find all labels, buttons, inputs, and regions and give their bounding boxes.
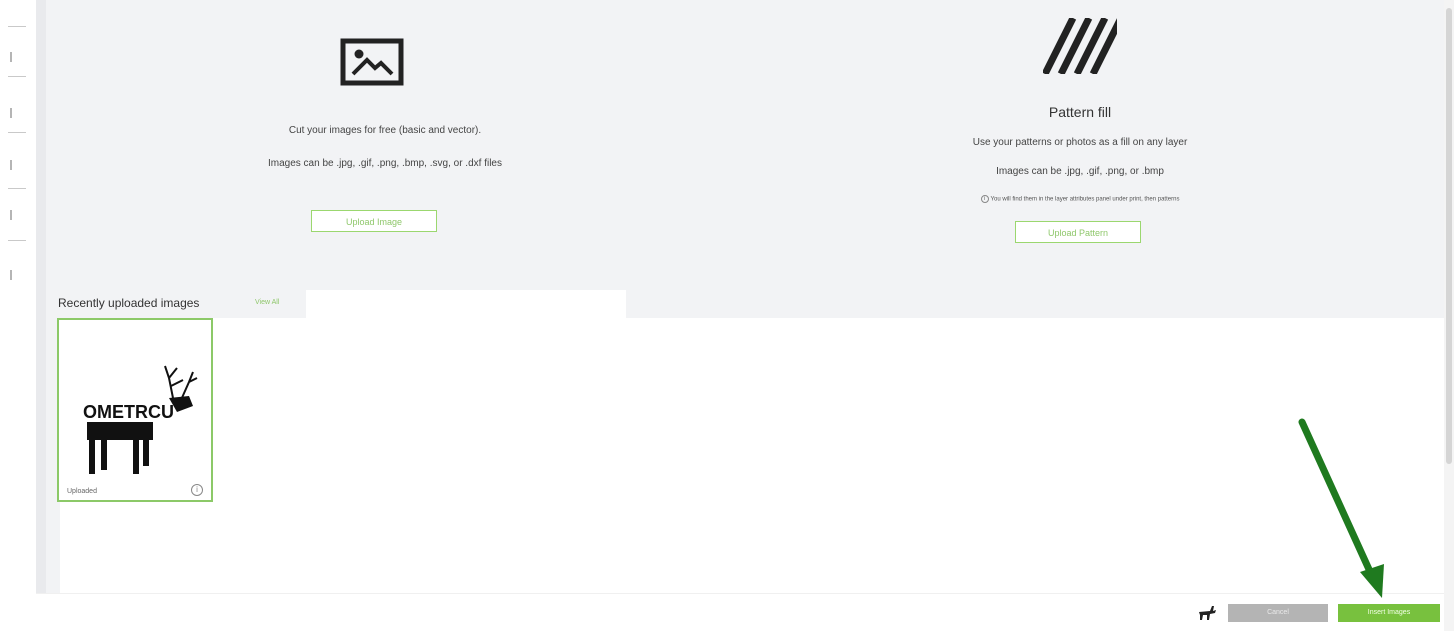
info-icon: i xyxy=(980,195,989,203)
annotation-arrow xyxy=(1298,418,1384,598)
scrollbar[interactable] xyxy=(1444,0,1454,631)
thumbnail-text: OMETRCU xyxy=(83,402,174,422)
pattern-description-1: Use your patterns or photos as a fill on… xyxy=(972,137,1188,148)
pattern-description-2: Images can be .jpg, .gif, .png, or .bmp xyxy=(996,166,1164,177)
recent-images-title: Recently uploaded images xyxy=(58,296,200,310)
deer-preview-icon xyxy=(1199,606,1216,620)
info-icon[interactable]: i xyxy=(191,484,203,496)
insert-images-button[interactable]: Insert Images xyxy=(1338,604,1440,622)
upload-pattern-button[interactable]: Upload Pattern xyxy=(1015,221,1141,243)
toolbar-tick xyxy=(8,26,26,27)
toolbar-mark xyxy=(10,270,12,280)
upload-description-2: Images can be .jpg, .gif, .png, .bmp, .s… xyxy=(267,158,502,169)
recent-tab-background xyxy=(306,290,626,318)
toolbar-tick xyxy=(8,132,26,133)
toolbar-tick xyxy=(8,76,26,77)
recent-images-area xyxy=(60,318,1416,593)
toolbar-mark xyxy=(10,108,12,118)
image-icon xyxy=(340,38,404,86)
view-all-link[interactable]: View All xyxy=(255,299,279,306)
left-toolbar xyxy=(0,0,37,631)
toolbar-mark xyxy=(10,160,12,170)
scrollbar-thumb[interactable] xyxy=(1446,8,1452,464)
pattern-note-text: You will find them in the layer attribut… xyxy=(990,196,1180,203)
cancel-button[interactable]: Cancel xyxy=(1228,604,1328,622)
pattern-fill-title: Pattern fill xyxy=(1048,104,1112,120)
pattern-stripes-icon xyxy=(1043,18,1117,74)
toolbar-mark xyxy=(10,210,12,220)
deer-thumbnail: OMETRCU xyxy=(83,365,198,474)
pattern-note: i You will find them in the layer attribu… xyxy=(860,195,1300,203)
left-divider xyxy=(36,0,46,631)
upload-image-button[interactable]: Upload Image xyxy=(311,210,437,232)
uploaded-label: Uploaded xyxy=(67,488,97,495)
upload-description-1: Cut your images for free (basic and vect… xyxy=(288,125,482,136)
uploaded-image-card[interactable]: OMETRCU Uploaded i xyxy=(57,318,213,502)
toolbar-tick xyxy=(8,188,26,189)
toolbar-tick xyxy=(8,240,26,241)
toolbar-mark xyxy=(10,52,12,62)
